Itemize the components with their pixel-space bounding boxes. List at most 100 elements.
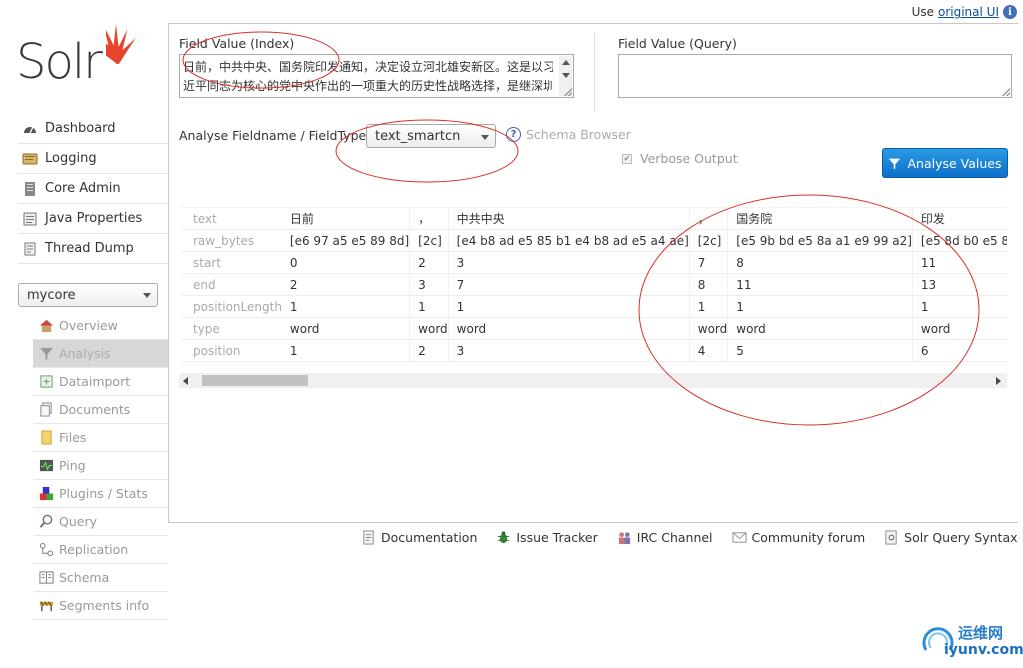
footer-link-label: Issue Tracker	[516, 530, 598, 545]
field-value-index-textarea[interactable]: 日前，中共中央、国务院印发通知，决定设立河北雄安新区。这是以习 近平同志为核心的…	[179, 54, 574, 98]
horizontal-scrollbar[interactable]	[179, 373, 1007, 388]
core-item-label: Dataimport	[59, 374, 131, 389]
logo-text: Solr	[16, 34, 103, 90]
verbose-checkbox[interactable]: ✔	[622, 153, 632, 164]
token-cell: 8	[728, 251, 913, 274]
scroll-down-icon[interactable]	[561, 73, 570, 78]
token-cell: [e5 9b bd e5 8a a1 e9 99 a2]	[728, 229, 913, 252]
core-item-analysis[interactable]: Analysis	[33, 340, 168, 368]
footer-link-irc-channel[interactable]: IRC Channel	[617, 530, 713, 545]
core-item-label: Query	[59, 514, 97, 529]
resize-grip-icon[interactable]	[564, 88, 572, 96]
segments-icon	[39, 601, 54, 612]
core-selector[interactable]: mycore	[18, 283, 158, 307]
token-cell: word	[689, 317, 728, 340]
token-cell: word	[448, 317, 690, 340]
core-item-plugins[interactable]: Plugins / Stats	[33, 480, 168, 508]
resize-grip-icon[interactable]	[1002, 88, 1010, 96]
core-item-label: Analysis	[59, 346, 111, 361]
verbose-label: Verbose Output	[640, 151, 738, 166]
footer-links: Documentation Issue Tracker IRC Channel …	[361, 530, 1018, 545]
footer-link-documentation[interactable]: Documentation	[361, 530, 477, 545]
core-item-query[interactable]: Query	[33, 508, 168, 536]
footer-link-community-forum[interactable]: Community forum	[732, 530, 865, 545]
documentation-icon	[363, 530, 374, 545]
row-name: position	[181, 339, 282, 362]
scroll-up-icon[interactable]	[561, 60, 570, 65]
token-cell: 6	[912, 339, 1007, 362]
nav-label: Java Properties	[45, 211, 143, 226]
core-item-schema[interactable]: Schema	[33, 564, 168, 592]
field-value-index-label: Field Value (Index)	[179, 36, 295, 51]
footer-link-label: Documentation	[381, 530, 478, 545]
plugins-icon	[39, 486, 54, 501]
solr-logo[interactable]: Solr	[16, 20, 151, 90]
token-cell: 1	[689, 295, 728, 318]
core-item-segments[interactable]: Segments info	[33, 592, 168, 620]
files-icon	[41, 430, 52, 445]
token-cell: word	[281, 317, 410, 340]
schema-browser-link[interactable]: ? Schema Browser	[506, 127, 631, 142]
analyse-button-label: Analyse Values	[907, 155, 1002, 171]
help-icon: ?	[506, 127, 521, 142]
token-cell: 3	[448, 251, 690, 274]
field-value-query-textarea[interactable]	[618, 54, 1012, 98]
original-ui-link[interactable]: original UI	[938, 5, 999, 19]
core-nav: Overview Analysis Dataimport Documents F…	[33, 312, 168, 620]
token-cell: 2	[281, 273, 410, 296]
token-table: text 日前，中共中央，国务院 印发 raw_bytes [e6 97 a5 e5 8…	[181, 207, 1007, 371]
core-item-ping[interactable]: Ping	[33, 452, 168, 480]
use-original-ui: Use original UI i	[912, 5, 1017, 19]
token-cell: ，	[689, 207, 728, 230]
token-cell: word	[728, 317, 913, 340]
token-row-positionLength: positionLength 1 1 1 1 1 1	[181, 295, 1007, 318]
row-name: positionLength	[181, 295, 282, 318]
token-cell: word	[410, 317, 449, 340]
nav-item-logging[interactable]: Logging	[18, 144, 168, 174]
token-cell: 2	[410, 339, 449, 362]
token-cell: 2	[410, 251, 449, 274]
row-name: end	[181, 273, 282, 296]
core-item-label: Overview	[59, 318, 118, 333]
divider	[594, 32, 595, 112]
fieldtype-select[interactable]: text_smartcn	[366, 124, 496, 148]
filter-icon	[889, 158, 901, 169]
analyse-values-button[interactable]: Analyse Values	[882, 148, 1008, 178]
core-item-dataimport[interactable]: Dataimport	[33, 368, 168, 396]
chevron-down-icon	[481, 135, 489, 140]
nav-item-dashboard[interactable]: Dashboard	[18, 114, 168, 144]
scroll-left-icon[interactable]	[183, 377, 188, 385]
token-cell: [e4 b8 ad e5 85 b1 e4 b8 ad e5 a4 ae]	[448, 229, 690, 252]
token-cell: 11	[912, 251, 1007, 274]
verbose-output-option[interactable]: ✔ Verbose Output	[622, 151, 738, 166]
token-row-type: type word word word word word word	[181, 317, 1007, 340]
token-cell: 0	[281, 251, 410, 274]
token-cell: 1	[410, 295, 449, 318]
nav-label: Logging	[45, 151, 97, 166]
info-icon[interactable]: i	[1003, 5, 1017, 19]
schema-browser-label: Schema Browser	[526, 127, 631, 142]
token-cell: ，	[410, 207, 449, 230]
nav-item-thread-dump[interactable]: Thread Dump	[18, 234, 168, 264]
core-item-replication[interactable]: Replication	[33, 536, 168, 564]
token-cell: 1	[448, 295, 690, 318]
core-item-documents[interactable]: Documents	[33, 396, 168, 424]
nav-item-core-admin[interactable]: Core Admin	[18, 174, 168, 204]
core-item-overview[interactable]: Overview	[33, 312, 168, 340]
token-row-start: start 0 2 3 7 8 11	[181, 251, 1007, 274]
token-cell: [e6 97 a5 e5 89 8d]	[281, 229, 410, 252]
scroll-right-icon[interactable]	[996, 377, 1001, 385]
core-item-files[interactable]: Files	[33, 424, 168, 452]
footer-link-solr-query-syntax[interactable]: Solr Query Syntax	[884, 530, 1018, 545]
token-row-end: end 2 3 7 8 11 13	[181, 273, 1007, 296]
analysis-icon	[39, 347, 54, 361]
row-name: start	[181, 251, 282, 274]
token-cell: 5	[728, 339, 913, 362]
nav-item-java-properties[interactable]: Java Properties	[18, 204, 168, 234]
thread-dump-icon	[24, 242, 36, 255]
token-cell: 8	[689, 273, 728, 296]
scroll-thumb[interactable]	[202, 375, 308, 386]
nav-label: Dashboard	[45, 121, 116, 136]
footer-link-issue-tracker[interactable]: Issue Tracker	[496, 530, 598, 545]
bug-icon	[498, 531, 510, 544]
